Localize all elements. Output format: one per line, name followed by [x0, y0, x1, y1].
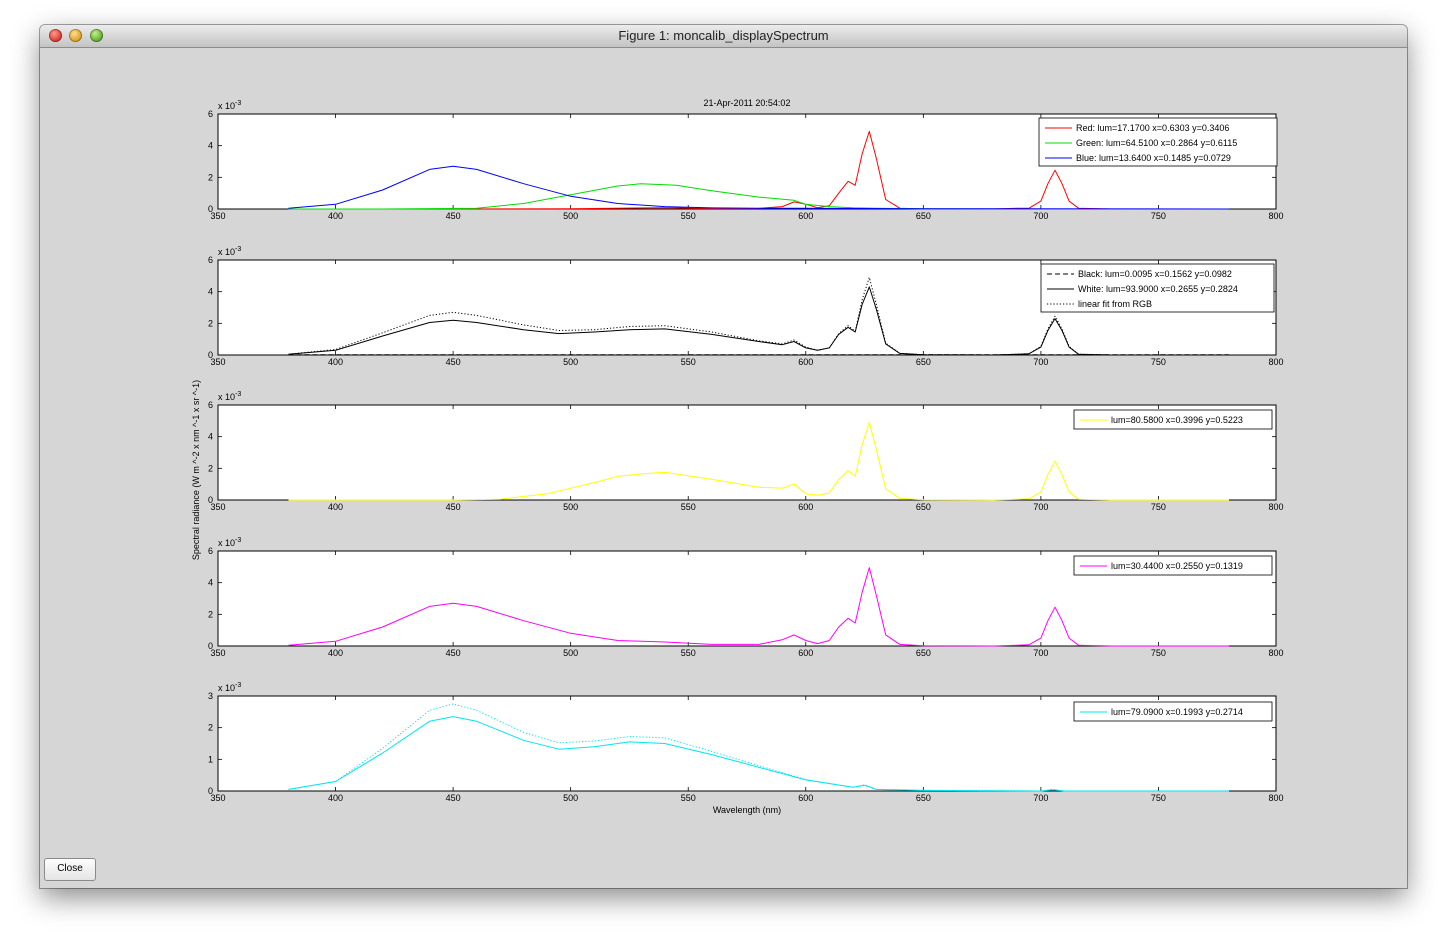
x-tick-label: 700 [1033, 357, 1048, 367]
y-tick-label: 3 [208, 691, 213, 701]
legend-entry: White: lum=93.9000 x=0.2655 y=0.2824 [1078, 284, 1238, 294]
x-tick-label: 400 [328, 211, 343, 221]
x-tick-label: 800 [1268, 357, 1283, 367]
y-tick-label: 2 [208, 609, 213, 619]
legend-entry: linear fit from RGB [1078, 299, 1152, 309]
x-axis-label: Wavelength (nm) [713, 805, 781, 815]
x-tick-label: 650 [916, 793, 931, 803]
x-tick-label: 450 [446, 211, 461, 221]
y-tick-label: 4 [208, 578, 213, 588]
x-tick-label: 750 [1151, 648, 1166, 658]
y-tick-label: 0 [208, 786, 213, 796]
y-exponent-label: x 10-3 [218, 537, 241, 548]
x-tick-label: 600 [798, 357, 813, 367]
x-tick-label: 500 [563, 502, 578, 512]
x-tick-label: 400 [328, 793, 343, 803]
x-tick-label: 700 [1033, 793, 1048, 803]
x-tick-label: 400 [328, 502, 343, 512]
x-tick-label: 550 [681, 502, 696, 512]
legend-entry: Black: lum=0.0095 x=0.1562 y=0.0982 [1078, 269, 1232, 279]
y-tick-label: 2 [208, 172, 213, 182]
y-tick-label: 2 [208, 463, 213, 473]
y-tick-label: 2 [208, 723, 213, 733]
y-tick-label: 0 [208, 204, 213, 214]
legend-entry: lum=79.0900 x=0.1993 y=0.2714 [1111, 707, 1243, 717]
y-tick-label: 4 [208, 432, 213, 442]
x-tick-label: 700 [1033, 211, 1048, 221]
x-tick-label: 450 [446, 793, 461, 803]
x-tick-label: 750 [1151, 502, 1166, 512]
x-tick-label: 650 [916, 357, 931, 367]
x-tick-label: 450 [446, 357, 461, 367]
x-tick-label: 500 [563, 648, 578, 658]
y-exponent-label: x 10-3 [218, 682, 241, 693]
y-exponent-label: x 10-3 [218, 100, 241, 111]
y-tick-label: 6 [208, 109, 213, 119]
y-exponent-label: x 10-3 [218, 246, 241, 257]
y-tick-label: 0 [208, 641, 213, 651]
x-tick-label: 700 [1033, 648, 1048, 658]
x-tick-label: 750 [1151, 211, 1166, 221]
y-tick-label: 2 [208, 318, 213, 328]
x-tick-label: 450 [446, 648, 461, 658]
x-tick-label: 650 [916, 502, 931, 512]
y-tick-label: 0 [208, 495, 213, 505]
legend-entry: lum=30.4400 x=0.2550 y=0.1319 [1111, 561, 1243, 571]
x-tick-label: 800 [1268, 211, 1283, 221]
x-tick-label: 500 [563, 793, 578, 803]
x-tick-label: 500 [563, 211, 578, 221]
y-tick-label: 4 [208, 141, 213, 151]
x-tick-label: 600 [798, 793, 813, 803]
x-tick-label: 600 [798, 211, 813, 221]
y-tick-label: 6 [208, 546, 213, 556]
y-tick-label: 0 [208, 350, 213, 360]
legend-entry: Red: lum=17.1700 x=0.6303 y=0.3406 [1076, 123, 1229, 133]
y-tick-label: 4 [208, 287, 213, 297]
y-axis-label: Spectral radiance (W m ^-2 x nm ^-1 x sr… [191, 380, 201, 560]
chart-title: 21-Apr-2011 20:54:02 [704, 98, 791, 108]
x-tick-label: 700 [1033, 502, 1048, 512]
x-tick-label: 800 [1268, 793, 1283, 803]
x-tick-label: 800 [1268, 648, 1283, 658]
x-tick-label: 750 [1151, 357, 1166, 367]
legend-entry: Blue: lum=13.6400 x=0.1485 y=0.0729 [1076, 153, 1231, 163]
x-tick-label: 450 [446, 502, 461, 512]
close-button[interactable]: Close [44, 858, 96, 881]
legend-entry: Green: lum=64.5100 x=0.2864 y=0.6115 [1076, 138, 1237, 148]
x-tick-label: 800 [1268, 502, 1283, 512]
x-tick-label: 750 [1151, 793, 1166, 803]
x-tick-label: 550 [681, 357, 696, 367]
y-tick-label: 6 [208, 255, 213, 265]
x-tick-label: 400 [328, 648, 343, 658]
x-tick-label: 600 [798, 502, 813, 512]
x-tick-label: 650 [916, 648, 931, 658]
x-tick-label: 400 [328, 357, 343, 367]
x-tick-label: 650 [916, 211, 931, 221]
x-tick-label: 500 [563, 357, 578, 367]
figure-canvas: 350 400 450 500 550 600 650 700 750 8000246x 10-3… [191, 98, 1284, 815]
x-tick-label: 550 [681, 648, 696, 658]
y-tick-label: 1 [208, 754, 213, 764]
x-tick-label: 550 [681, 793, 696, 803]
y-exponent-label: x 10-3 [218, 391, 241, 402]
x-tick-label: 550 [681, 211, 696, 221]
legend-entry: lum=80.5800 x=0.3996 y=0.5223 [1111, 415, 1243, 425]
y-tick-label: 6 [208, 400, 213, 410]
x-tick-label: 600 [798, 648, 813, 658]
